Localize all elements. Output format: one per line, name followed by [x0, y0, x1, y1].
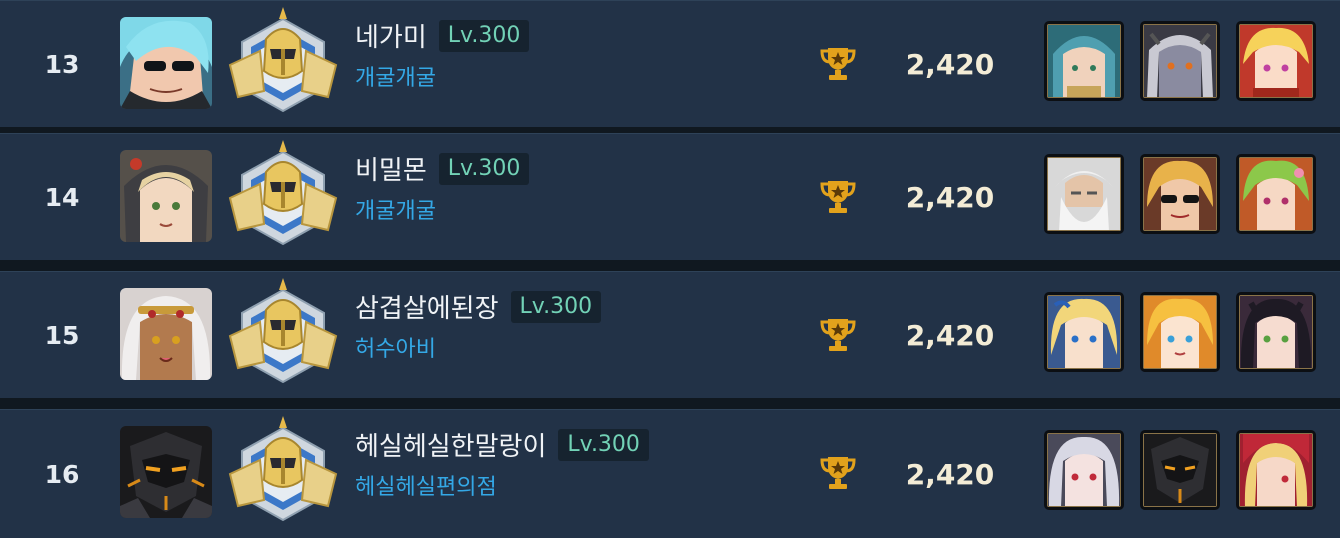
guild-name[interactable]: 헤실헤실편의점	[355, 472, 497, 504]
ranking-row[interactable]: 13 네가미 Lv.300 개굴개굴 2,420	[0, 0, 1340, 127]
hero-portrait-icon[interactable]	[1236, 154, 1316, 234]
player-name: 비밀몬 Lv.300	[355, 152, 530, 190]
level-badge: Lv.300	[438, 19, 530, 52]
score-value: 2,420	[905, 457, 995, 491]
player-name-text: 네가미	[355, 23, 427, 53]
trophy-icon	[818, 42, 858, 82]
level-badge: Lv.300	[510, 290, 602, 323]
hero-portrait-icon[interactable]	[1140, 430, 1220, 510]
hero-portrait-icon[interactable]	[1044, 430, 1124, 510]
rank-number: 16	[44, 459, 80, 489]
player-name-text: 헤실헤실한말랑이	[355, 432, 547, 462]
hero-portrait-icon[interactable]	[1140, 21, 1220, 101]
hero-team	[1044, 21, 1316, 101]
hero-portrait-icon[interactable]	[1044, 154, 1124, 234]
level-badge: Lv.300	[558, 428, 649, 461]
hero-portrait-icon[interactable]	[1236, 21, 1316, 101]
score-value: 2,420	[905, 180, 995, 214]
tier-emblem-icon	[224, 414, 342, 532]
trophy-icon	[818, 451, 858, 491]
player-name: 네가미 Lv.300	[355, 19, 530, 57]
rank-number: 14	[44, 182, 80, 212]
rank-number: 13	[44, 49, 80, 79]
player-avatar[interactable]	[120, 288, 212, 380]
hero-portrait-icon[interactable]	[1236, 430, 1316, 510]
tier-emblem-icon	[224, 138, 342, 256]
player-avatar[interactable]	[120, 426, 212, 518]
hero-portrait-icon[interactable]	[1140, 154, 1220, 234]
player-name: 삼겹살에된장 Lv.300	[355, 290, 602, 328]
trophy-icon	[818, 175, 858, 215]
score-value: 2,420	[905, 47, 995, 81]
ranking-row[interactable]: 15 삼겹살에된장 Lv.300 허수아비 2,420	[0, 271, 1340, 398]
guild-name[interactable]: 허수아비	[355, 334, 436, 366]
rank-number: 15	[44, 320, 80, 350]
hero-portrait-icon[interactable]	[1236, 292, 1316, 372]
hero-portrait-icon[interactable]	[1140, 292, 1220, 372]
player-avatar[interactable]	[120, 17, 212, 109]
trophy-icon	[818, 313, 858, 353]
tier-emblem-icon	[224, 276, 342, 394]
ranking-row[interactable]: 16 헤실헤실한말랑이 Lv.300 헤실헤실편의점 2,420	[0, 409, 1340, 538]
player-avatar[interactable]	[120, 150, 212, 242]
player-name-text: 비밀몬	[355, 156, 427, 186]
player-name: 헤실헤실한말랑이 Lv.300	[355, 428, 649, 466]
hero-portrait-icon[interactable]	[1044, 292, 1124, 372]
level-badge: Lv.300	[438, 152, 530, 185]
hero-team	[1044, 292, 1316, 372]
hero-team	[1044, 154, 1316, 234]
hero-team	[1044, 430, 1316, 510]
ranking-row[interactable]: 14 비밀몬 Lv.300 개굴개굴 2,420	[0, 133, 1340, 260]
guild-name[interactable]: 개굴개굴	[355, 196, 436, 228]
score-value: 2,420	[905, 318, 995, 352]
guild-name[interactable]: 개굴개굴	[355, 63, 436, 95]
tier-emblem-icon	[224, 5, 342, 123]
ranking-list: 13 네가미 Lv.300 개굴개굴 2,420 14 비밀몬 Lv.300 개…	[0, 0, 1340, 538]
player-name-text: 삼겹살에된장	[355, 294, 499, 324]
hero-portrait-icon[interactable]	[1044, 21, 1124, 101]
